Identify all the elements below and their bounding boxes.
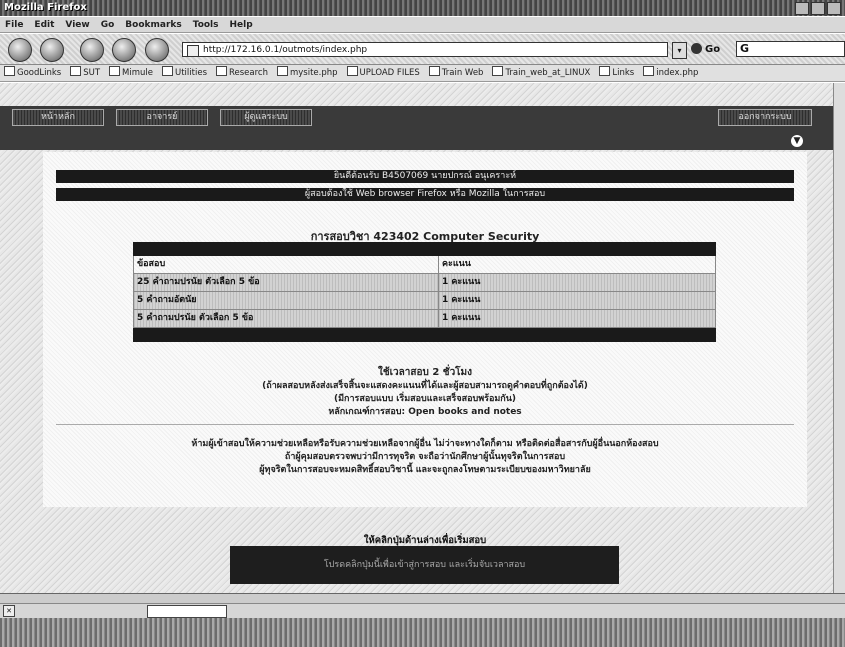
tab-admin[interactable]: ผู้ดูแลระบบ xyxy=(220,109,312,126)
navigation-toolbar: http://172.16.0.1/outmots/index.php ▾ Go… xyxy=(0,34,845,65)
url-input[interactable]: http://172.16.0.1/outmots/index.php xyxy=(182,42,668,57)
row-points: 1 คะแนน xyxy=(439,292,715,309)
menu-edit[interactable]: Edit xyxy=(34,17,54,32)
exam-rule-1: ห้ามผู้เข้าสอบให้ความช่วยเหลือหรือรับควา… xyxy=(191,439,659,449)
bookmark-index[interactable]: index.php xyxy=(643,65,698,81)
stop-icon[interactable] xyxy=(112,38,136,62)
bookmark-mysite[interactable]: mysite.php xyxy=(277,65,338,81)
bookmark-train-web[interactable]: Train Web xyxy=(429,65,484,81)
row-section: 25 คำถามปรนัย ตัวเลือก 5 ข้อ xyxy=(134,274,439,291)
close-window-button[interactable] xyxy=(827,2,841,15)
menu-file[interactable]: File xyxy=(5,17,23,32)
window-titlebar: Mozilla Firefox xyxy=(0,0,845,16)
header-points: คะแนน xyxy=(442,259,471,269)
find-bar: ✕ xyxy=(0,603,845,618)
menu-tools[interactable]: Tools xyxy=(193,17,219,32)
bookmarks-toolbar: GoodLinks SUT Mimule Utilities Research … xyxy=(0,65,845,82)
vertical-scrollbar[interactable] xyxy=(833,83,845,593)
table-header-row: ข้อสอบ คะแนน xyxy=(133,256,716,274)
scroll-down-arrow-icon[interactable]: ▼ xyxy=(791,135,803,147)
url-dropdown-button[interactable]: ▾ xyxy=(672,42,687,59)
logout-button[interactable]: ออกจากระบบ xyxy=(718,109,812,126)
exam-rule-2: ถ้าผู้คุมสอบตรวจพบว่ามีการทุจริต จะถือว่… xyxy=(284,452,566,462)
menu-bar: File Edit View Go Bookmarks Tools Help xyxy=(0,17,845,33)
close-find-icon[interactable]: ✕ xyxy=(3,605,15,617)
header-section: ข้อสอบ xyxy=(134,256,439,273)
bookmark-goodlinks[interactable]: GoodLinks xyxy=(4,65,61,81)
minimize-button[interactable] xyxy=(795,2,809,15)
url-text: http://172.16.0.1/outmots/index.php xyxy=(203,45,368,55)
bookmark-upload-files[interactable]: UPLOAD FILES xyxy=(347,65,420,81)
exam-duration: ใช้เวลาสอบ 2 ชั่วโมง xyxy=(377,367,473,378)
home-icon[interactable] xyxy=(145,38,169,62)
page-icon xyxy=(187,45,199,57)
site-navigation: หน้าหลัก อาจารย์ ผู้ดูแลระบบ ออกจากระบบ xyxy=(0,106,833,128)
table-header-bar xyxy=(133,242,716,256)
bookmark-sut[interactable]: SUT xyxy=(70,65,100,81)
window-title: Mozilla Firefox xyxy=(4,2,87,13)
bookmark-research[interactable]: Research xyxy=(216,65,268,81)
go-button[interactable]: Go xyxy=(691,42,731,57)
back-icon[interactable] xyxy=(8,38,32,62)
sub-navigation-bar xyxy=(0,128,833,150)
browser-note: ผู้สอบต้องใช้ Web browser Firefox หรือ M… xyxy=(56,188,794,201)
row-section: 5 คำถามอัตนัย xyxy=(134,292,439,309)
row-section: 5 คำถามปรนัย ตัวเลือก 5 ข้อ xyxy=(134,310,439,327)
search-value: G xyxy=(740,42,750,55)
go-label: Go xyxy=(705,44,721,55)
forward-icon[interactable] xyxy=(40,38,64,62)
taskbar xyxy=(0,618,845,647)
exam-rule-3: ผู้ทุจริตในการสอบจะหมดสิทธิ์สอบวิชานี้ แ… xyxy=(259,465,591,475)
menu-go[interactable]: Go xyxy=(101,17,115,32)
bookmark-train-web-linux[interactable]: Train_web_at_LINUX xyxy=(492,65,590,81)
find-input[interactable] xyxy=(147,605,227,618)
bookmark-mimule[interactable]: Mimule xyxy=(109,65,153,81)
menu-bookmarks[interactable]: Bookmarks xyxy=(125,17,181,32)
instruction-line-2: (มีการสอบแบบ เริ่มสอบและเสร็จสอบพร้อมกัน… xyxy=(333,394,517,404)
table-footer-bar xyxy=(133,328,716,342)
divider xyxy=(56,424,794,425)
instruction-line-3: หลักเกณฑ์การสอบ: Open books and notes xyxy=(328,407,522,417)
go-icon xyxy=(691,43,702,54)
bookmark-links[interactable]: Links xyxy=(599,65,634,81)
table-row: 5 คำถามอัตนัย 1 คะแนน xyxy=(133,292,716,310)
reload-icon[interactable] xyxy=(80,38,104,62)
table-row: 5 คำถามปรนัย ตัวเลือก 5 ข้อ 1 คะแนน xyxy=(133,310,716,328)
login-banner: ยินดีต้อนรับ B4507069 นายปกรณ์ อนุเคราะห… xyxy=(56,170,794,183)
start-exam-button[interactable]: โปรดคลิกปุ่มนี้เพื่อเข้าสู่การสอบ และเริ… xyxy=(230,546,619,584)
table-row: 25 คำถามปรนัย ตัวเลือก 5 ข้อ 1 คะแนน xyxy=(133,274,716,292)
tab-home[interactable]: หน้าหลัก xyxy=(12,109,104,126)
instruction-line-1: (ถ้าผลสอบหลังส่งเสร็จสิ้นจะแสดงคะแนนที่ไ… xyxy=(262,381,588,391)
bookmark-utilities[interactable]: Utilities xyxy=(162,65,207,81)
maximize-button[interactable] xyxy=(811,2,825,15)
menu-help[interactable]: Help xyxy=(230,17,253,32)
menu-view[interactable]: View xyxy=(65,17,89,32)
search-input[interactable]: G xyxy=(736,41,845,57)
row-points: 1 คะแนน xyxy=(439,274,715,291)
tab-teacher[interactable]: อาจารย์ xyxy=(116,109,208,126)
exam-table: ข้อสอบ คะแนน 25 คำถามปรนัย ตัวเลือก 5 ข้… xyxy=(133,242,716,342)
row-points: 1 คะแนน xyxy=(439,310,715,327)
